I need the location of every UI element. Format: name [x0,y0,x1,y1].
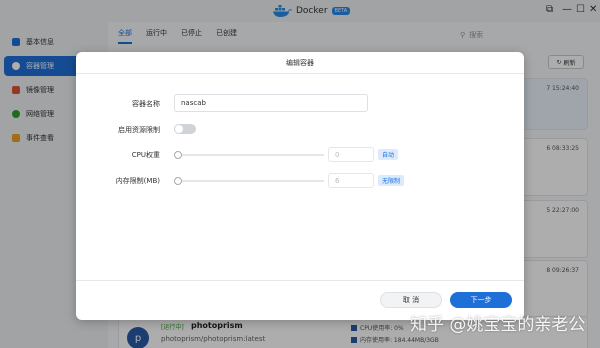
memory-unlimited-badge: 无限制 [378,175,405,186]
resource-limit-toggle[interactable] [174,124,196,134]
cancel-button[interactable]: 取 消 [380,292,442,308]
memory-limit-slider[interactable] [174,176,324,186]
cpu-weight-input[interactable]: 0 [328,147,374,162]
name-label: 容器名称 [132,100,160,108]
slider-handle[interactable] [174,177,182,185]
slider-track [178,154,324,156]
memory-limit-label: 内存限制(MB) [115,177,160,185]
cpu-weight-slider[interactable] [174,150,324,160]
slider-handle[interactable] [174,151,182,159]
resource-limit-label: 启用资源限制 [118,126,160,134]
dialog-divider [76,280,524,281]
cpu-weight-label: CPU权重 [131,151,160,159]
container-name-input[interactable] [174,94,368,112]
slider-track [178,180,324,182]
memory-limit-input[interactable]: 6 [328,173,374,188]
next-button[interactable]: 下一步 [450,292,512,308]
edit-container-dialog: 编辑容器 容器名称 启用资源限制 CPU权重 0 自动 内存限制(MB) 6 无… [76,52,524,320]
dialog-title: 编辑容器 [76,52,524,74]
cpu-auto-badge: 自动 [378,149,399,160]
watermark: 知乎 @姚宝宝的亲老公 [410,315,586,335]
